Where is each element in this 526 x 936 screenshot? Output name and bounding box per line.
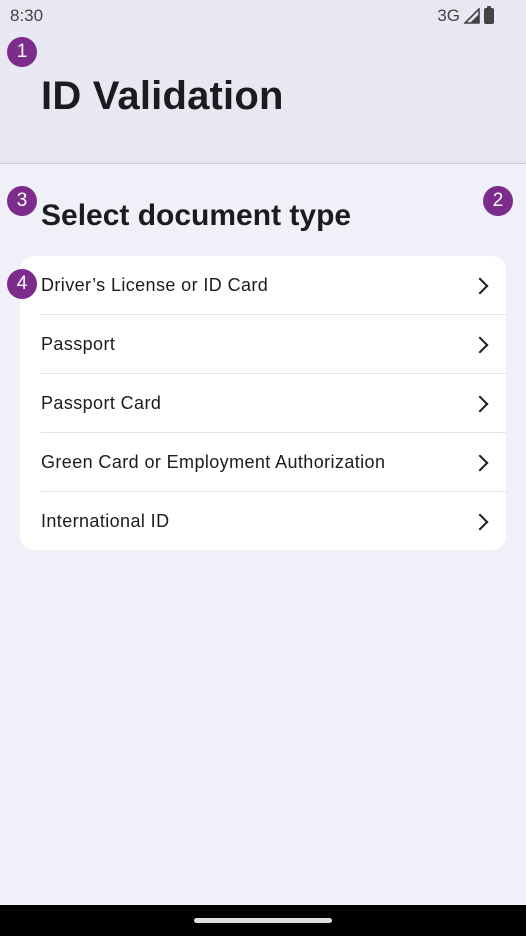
annotation-badge-4: 4	[7, 269, 37, 299]
system-navigation-bar	[0, 905, 526, 936]
annotation-badge-3: 3	[7, 186, 37, 216]
status-bar: 8:30 3G	[0, 0, 526, 32]
chevron-right-icon	[471, 336, 489, 353]
document-option-passport-card[interactable]: Passport Card	[20, 374, 506, 433]
document-option-label: International ID	[41, 511, 170, 531]
signal-icon	[464, 8, 480, 24]
chevron-right-icon	[471, 395, 489, 412]
chevron-right-icon	[471, 454, 489, 471]
document-option-label: Green Card or Employment Authorization	[41, 452, 386, 472]
app-header: ID Validation	[0, 32, 526, 164]
annotation-badge-1: 1	[7, 37, 37, 67]
document-option-drivers-license[interactable]: Driver’s License or ID Card	[20, 256, 506, 315]
status-indicators: 3G	[437, 6, 494, 26]
document-option-green-card[interactable]: Green Card or Employment Authorization	[20, 433, 506, 492]
document-option-label: Driver’s License or ID Card	[41, 275, 269, 295]
battery-icon	[484, 6, 494, 24]
document-type-list: Driver’s License or ID Card Passport Pas…	[20, 256, 506, 550]
section-title: Select document type	[41, 199, 352, 232]
network-type: 3G	[437, 6, 460, 25]
chevron-right-icon	[471, 277, 489, 294]
chevron-right-icon	[471, 513, 489, 530]
status-time: 8:30	[10, 6, 44, 25]
home-indicator[interactable]	[194, 918, 332, 923]
document-option-international-id[interactable]: International ID	[20, 492, 506, 550]
document-option-label: Passport	[41, 334, 116, 354]
page-title: ID Validation	[41, 74, 284, 118]
document-option-label: Passport Card	[41, 393, 162, 413]
annotation-badge-2: 2	[483, 186, 513, 216]
document-option-passport[interactable]: Passport	[20, 315, 506, 374]
